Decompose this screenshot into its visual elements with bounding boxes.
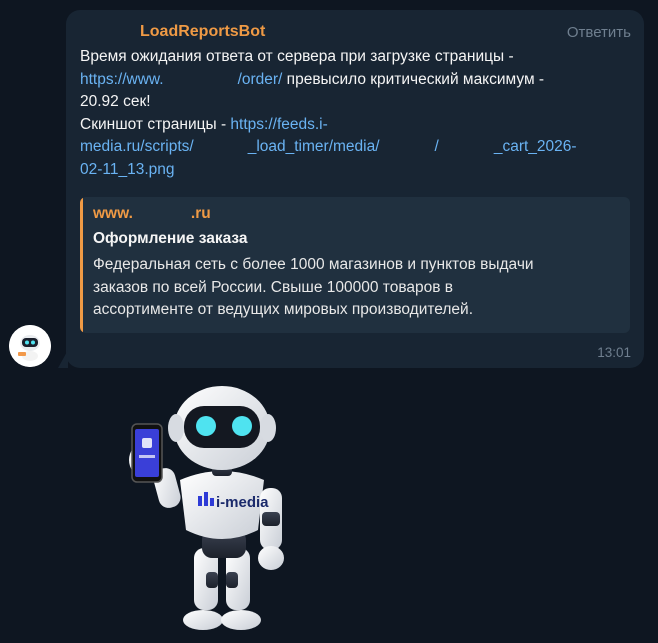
robot-sticker[interactable]: i-media: [118, 380, 308, 638]
message-line: 02-11_13.png: [80, 159, 630, 182]
message-time: 13:01: [597, 345, 631, 360]
preview-accent-bar: [80, 197, 83, 333]
preview-site-name: www. .ru: [93, 205, 211, 222]
message-line: Время ожидания ответа от сервера при заг…: [80, 48, 514, 65]
screenshot-link[interactable]: https://feeds.i-: [230, 116, 327, 133]
preview-title: Оформление заказа: [93, 230, 248, 247]
message-bubble-tail: [58, 350, 68, 368]
reply-button[interactable]: Ответить: [567, 24, 631, 41]
message-line: 20.92 сек!: [80, 93, 151, 110]
order-link[interactable]: https://www./order/: [80, 71, 282, 88]
screenshot-link[interactable]: 02-11_13.png: [80, 161, 175, 178]
robot-avatar-icon: [9, 325, 51, 367]
sender-name[interactable]: LoadReportsBot: [140, 23, 265, 41]
screenshot-link[interactable]: media.ru/scripts/_load_timer/media// _car…: [80, 138, 577, 155]
link-preview[interactable]: www. .ru Оформление заказа Федеральная се…: [80, 197, 630, 333]
preview-description: Федеральная сеть с более 1000 магазинов …: [93, 256, 534, 318]
bot-avatar[interactable]: [9, 325, 51, 367]
message-line: https://www./order/ превысило критически…: [80, 70, 545, 88]
sticker-logo-text: i-media: [216, 494, 269, 511]
message-line: media.ru/scripts/_load_timer/media// _car…: [80, 136, 630, 159]
message-text: Время ожидания ответа от сервера при заг…: [80, 46, 630, 181]
message-line: Скиншот страницы - https://feeds.i-: [80, 115, 328, 133]
